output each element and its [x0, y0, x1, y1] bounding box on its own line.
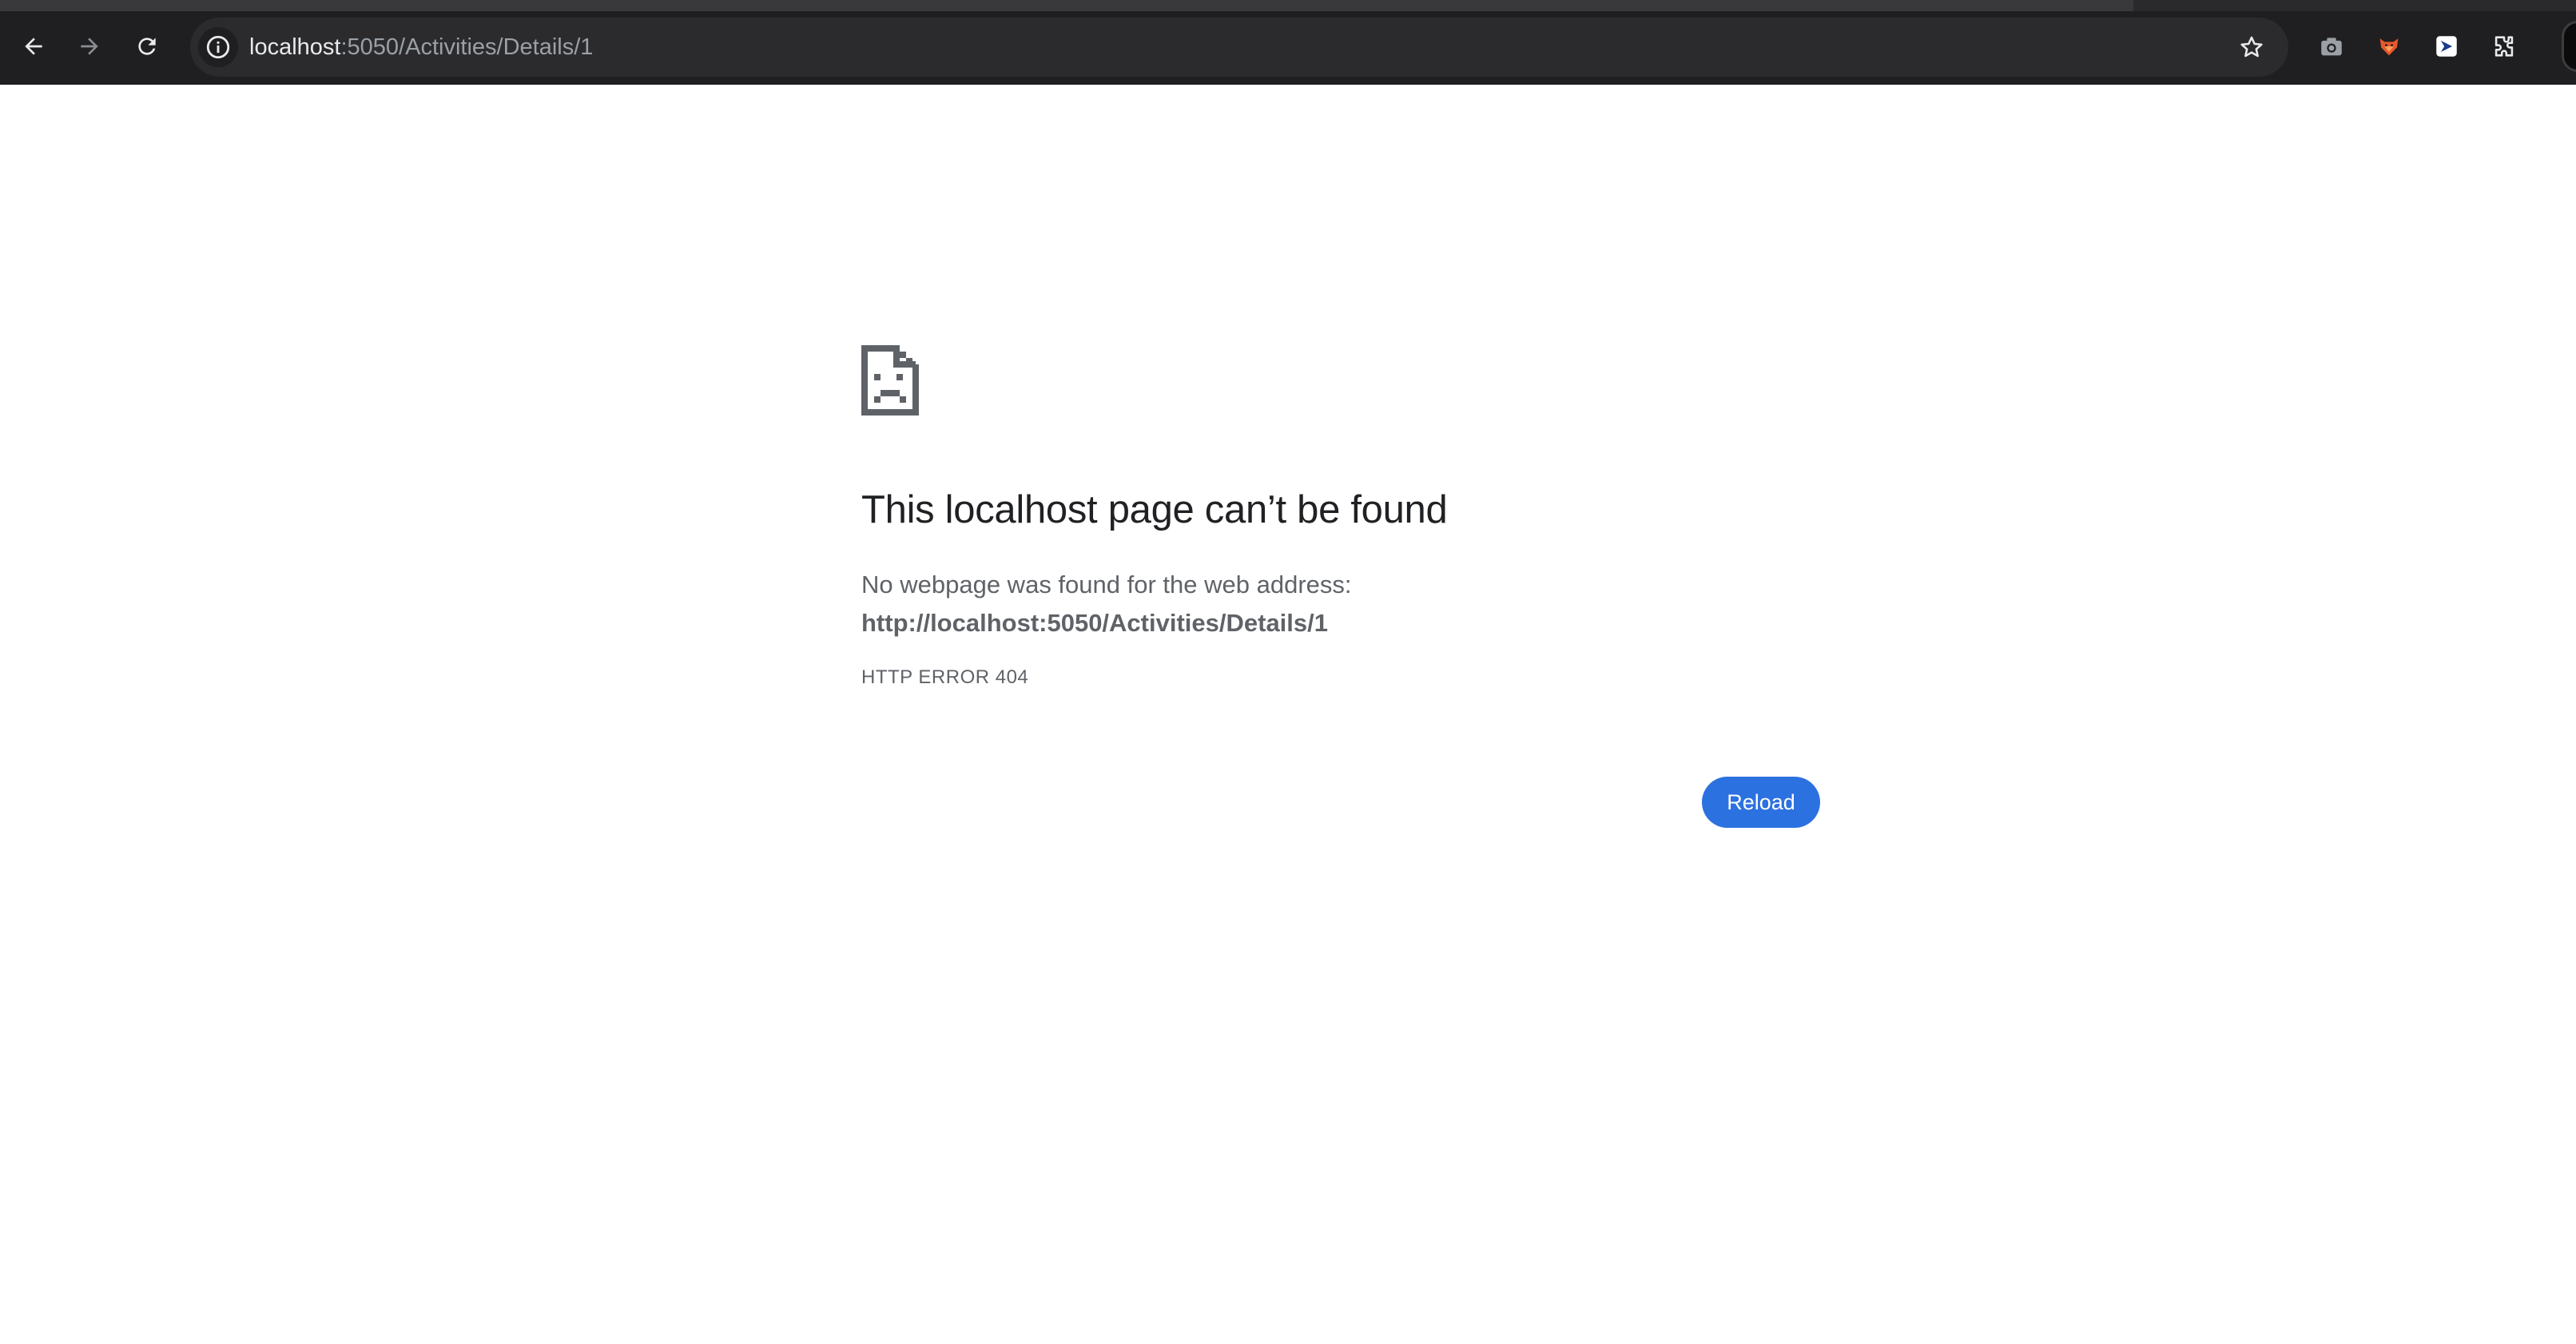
forward-button[interactable]	[67, 24, 112, 69]
tab-strip-segment	[2133, 0, 2576, 11]
url-host: localhost	[249, 34, 341, 60]
camera-extension-button[interactable]	[2309, 24, 2354, 69]
extensions-menu-button[interactable]	[2482, 24, 2526, 69]
star-outline-icon	[2240, 36, 2263, 58]
error-title: This localhost page can’t be found	[861, 488, 1448, 531]
camera-extension-icon	[2321, 38, 2342, 56]
arrow-right-icon	[81, 38, 98, 55]
fox-extension-icon	[2379, 38, 2399, 56]
shield-extension-button[interactable]	[2424, 24, 2469, 69]
arrow-left-icon	[25, 38, 42, 55]
sad-page-icon	[861, 345, 919, 416]
back-button[interactable]	[11, 24, 56, 69]
error-code: HTTP ERROR 404	[861, 666, 1029, 688]
reload-icon	[138, 38, 156, 55]
reload-toolbar-button[interactable]	[125, 24, 169, 69]
url-path: :5050/Activities/Details/1	[340, 34, 594, 60]
error-url: http://localhost:5050/Activities/Details…	[861, 609, 1329, 637]
error-description: No webpage was found for the web address…	[861, 571, 1352, 598]
fox-extension-button[interactable]	[2367, 24, 2411, 69]
address-bar[interactable]: localhost:5050/Activities/Details/1	[190, 18, 2288, 77]
bookmark-button[interactable]	[2232, 28, 2271, 66]
site-info-button[interactable]	[198, 27, 238, 67]
tab-strip	[0, 0, 2576, 11]
shield-extension-icon	[2436, 36, 2457, 57]
info-circle-icon	[206, 35, 230, 59]
profile-avatar[interactable]	[2562, 21, 2576, 72]
puzzle-extensions-icon	[2495, 36, 2514, 57]
browser-toolbar: localhost:5050/Activities/Details/1	[0, 0, 2576, 85]
reload-button[interactable]: Reload	[1702, 777, 1820, 828]
url-text[interactable]: localhost:5050/Activities/Details/1	[249, 18, 593, 77]
